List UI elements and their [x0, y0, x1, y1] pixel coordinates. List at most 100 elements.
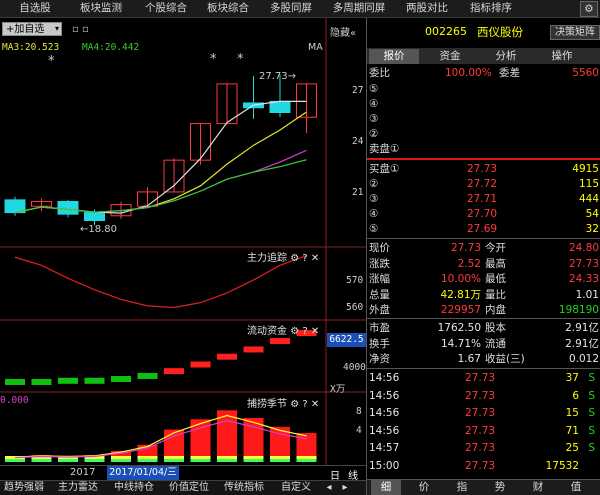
- tick-price: 27.73: [465, 459, 496, 472]
- stock-header: 002265 西仪股份 决策矩阵: [367, 18, 600, 45]
- add-watchlist-button[interactable]: +加自选: [2, 22, 62, 36]
- close-icon[interactable]: ✕: [311, 399, 319, 410]
- stat-value: 2.52: [457, 257, 481, 270]
- gear-icon[interactable]: ⚙: [580, 1, 598, 17]
- tick-volume: 17532: [545, 459, 579, 472]
- tick-row: 15:00 27.73 17532: [367, 459, 600, 474]
- stat-value: 2.91亿: [565, 322, 599, 334]
- tab-analysis[interactable]: 分析: [481, 49, 531, 64]
- tab-value-position[interactable]: 价值定位: [163, 481, 215, 495]
- y-tick: 570: [346, 275, 364, 286]
- trend-title-text: 主力追踪: [247, 253, 287, 264]
- nav-stock-overview[interactable]: 个股综合: [137, 0, 195, 18]
- help-icon[interactable]: ?: [302, 326, 307, 337]
- stat-row: 总量 42.81万 量比 1.01: [367, 288, 600, 303]
- tab-scroll-right[interactable]: ▸: [338, 481, 352, 495]
- tab-main-radar[interactable]: 主力雷达: [52, 481, 104, 495]
- season-band-green: [217, 459, 237, 462]
- stat-row: 市盈 1762.50 股本 2.91亿: [367, 321, 600, 336]
- season-band-yellow: [164, 456, 184, 459]
- bid-row[interactable]: ② 27.72 115: [367, 177, 600, 192]
- ma4-value: MA4:20.442: [82, 42, 140, 53]
- tab-detail[interactable]: 细: [371, 480, 401, 495]
- ask-level: 卖盘①: [369, 143, 400, 155]
- date-bar: 2017 2017/01/04/三 日 线: [0, 465, 366, 482]
- ask-row[interactable]: ⑤: [367, 82, 600, 97]
- hide-panel-button[interactable]: 隐藏«: [330, 24, 356, 39]
- bid-row[interactable]: ③ 27.71 444: [367, 192, 600, 207]
- tick-volume: 37: [565, 372, 579, 384]
- gear-icon[interactable]: ⚙: [290, 399, 299, 410]
- nav-compare[interactable]: 两股对比: [398, 0, 456, 18]
- gear-icon[interactable]: ⚙: [290, 253, 299, 264]
- bid-price: 27.70: [467, 208, 498, 220]
- tab-scroll-left[interactable]: ◂: [322, 481, 336, 495]
- chevron-down-icon[interactable]: ▾: [55, 23, 65, 35]
- ask-level: ③: [369, 113, 379, 125]
- stat-value: 1.01: [575, 288, 599, 301]
- bid-row[interactable]: 买盘① 27.73 4915: [367, 162, 600, 177]
- y-tick: 27: [352, 85, 364, 96]
- ma-label: MA: [308, 42, 323, 53]
- tick-row: 14:56 27.73 37 S: [367, 371, 600, 386]
- nav-sector-overview[interactable]: 板块综合: [199, 0, 257, 18]
- nav-multi-period[interactable]: 多周期同屏: [326, 0, 392, 18]
- tick-flag: S: [588, 389, 595, 402]
- bid-price: 27.72: [467, 178, 498, 190]
- nav-indicator-rank[interactable]: 指标排序: [462, 0, 520, 18]
- capital-bar: [270, 338, 290, 345]
- stat-row: 换手 14.71% 流通 2.91亿: [367, 337, 600, 352]
- nav-multi-stock[interactable]: 多股同屏: [262, 0, 320, 18]
- tab-finance[interactable]: 财: [523, 480, 553, 495]
- season-band-yellow: [270, 456, 290, 459]
- ask-row[interactable]: ④: [367, 97, 600, 112]
- weicha-value: 5560: [572, 67, 599, 79]
- tab-trend-strength[interactable]: 趋势强弱: [0, 481, 48, 495]
- stat-label: 现价: [369, 242, 390, 254]
- capital-bar: [58, 377, 78, 384]
- nav-sector-monitor[interactable]: 板块监测: [72, 0, 130, 18]
- tab-capital[interactable]: 资金: [425, 49, 475, 64]
- y-tick: 560: [346, 302, 364, 313]
- season-band-green: [243, 459, 264, 462]
- bid-row[interactable]: ④ 27.70 54: [367, 207, 600, 222]
- help-icon[interactable]: ?: [302, 399, 307, 410]
- stat-value: 1.67: [457, 353, 481, 365]
- y-tick: 4000: [343, 362, 366, 373]
- tab-price[interactable]: 价: [409, 480, 439, 495]
- tab-custom[interactable]: 自定义: [276, 481, 316, 495]
- tab-value[interactable]: 值: [561, 480, 591, 495]
- bid-row[interactable]: ⑤ 27.69 32: [367, 222, 600, 237]
- bid-price: 27.69: [467, 223, 498, 235]
- stat-row: 现价 27.73 今开 24.80: [367, 241, 600, 256]
- y-tick: 24: [352, 136, 364, 147]
- gear-icon[interactable]: ⚙: [290, 326, 299, 337]
- tab-quote[interactable]: 报价: [369, 49, 419, 64]
- help-icon[interactable]: ?: [302, 253, 307, 264]
- tick-flag: S: [588, 442, 595, 454]
- tab-index[interactable]: 指: [447, 480, 477, 495]
- trend-panel-title: 主力追踪 ⚙ ? ✕: [247, 249, 319, 264]
- stat-label: 股本: [485, 322, 506, 334]
- bid-level: ③: [369, 193, 379, 205]
- close-icon[interactable]: ✕: [311, 326, 319, 337]
- stat-label: 流通: [485, 337, 506, 350]
- decision-matrix-button[interactable]: 决策矩阵: [550, 25, 600, 40]
- capital-bar: [111, 375, 131, 382]
- tab-traditional[interactable]: 传统指标: [218, 481, 270, 495]
- bid-level: ⑤: [369, 223, 379, 235]
- tab-mid-position[interactable]: 中线持仓: [108, 481, 160, 495]
- low-marker: ←18.80: [80, 224, 118, 235]
- tab-operation[interactable]: 操作: [537, 49, 587, 64]
- weibi-value: 100.00%: [445, 67, 492, 79]
- stat-label: 量比: [485, 288, 506, 301]
- ask-row[interactable]: 卖盘①: [367, 142, 600, 157]
- tick-price: 27.73: [465, 407, 496, 419]
- bid-volume: 115: [578, 178, 599, 190]
- ask-row[interactable]: ③: [367, 112, 600, 127]
- close-icon[interactable]: ✕: [311, 253, 319, 264]
- season-band-green: [84, 459, 105, 462]
- tab-trend[interactable]: 势: [485, 480, 515, 495]
- nav-watchlist[interactable]: 自选股: [10, 0, 60, 18]
- ask-row[interactable]: ②: [367, 127, 600, 142]
